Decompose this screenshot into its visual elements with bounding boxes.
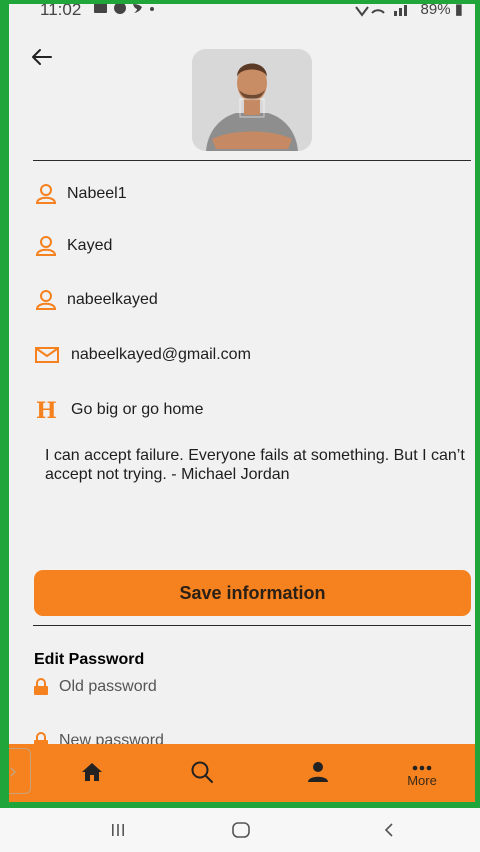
notification-icons-svg — [94, 4, 154, 14]
bio-text[interactable]: I can accept failure. Everyone fails at … — [45, 446, 475, 484]
side-panel-handle[interactable] — [9, 748, 31, 794]
home-icon — [82, 763, 102, 781]
user-icon — [35, 181, 65, 207]
status-right: 89% ▮ — [354, 1, 463, 18]
bottom-navigation: More — [9, 744, 475, 802]
status-time: 11:02 — [40, 0, 82, 19]
lock-icon — [33, 678, 59, 696]
username-field[interactable]: nabeelkayed — [33, 285, 158, 315]
nav-more-label: More — [407, 772, 437, 788]
old-password-field[interactable]: Old password — [33, 678, 157, 696]
headline-field[interactable]: H Go big or go home — [33, 395, 204, 425]
chevron-right-icon — [10, 767, 17, 777]
header-h-icon: H — [35, 397, 69, 423]
last-name-value: Kayed — [67, 237, 113, 254]
back-system-button[interactable] — [369, 818, 409, 842]
nav-home[interactable] — [67, 744, 117, 800]
user-icon — [35, 233, 65, 259]
email-field[interactable]: nabeelkayed@gmail.com — [33, 340, 251, 370]
nav-search[interactable] — [177, 744, 227, 800]
search-icon — [191, 761, 213, 783]
battery-icon: ▮ — [454, 1, 463, 18]
back-arrow-icon — [32, 49, 52, 65]
notification-icons — [93, 4, 155, 20]
username-value: nabeelkayed — [67, 291, 158, 308]
back-system-icon — [384, 823, 393, 837]
email-value: nabeelkayed@gmail.com — [71, 346, 251, 363]
more-icon — [412, 765, 432, 770]
first-name-value: Nabeel1 — [67, 185, 127, 202]
first-name-field[interactable]: Nabeel1 — [33, 179, 127, 209]
nav-more[interactable]: More — [397, 744, 447, 800]
mail-icon — [35, 342, 69, 368]
save-information-button[interactable]: Save information — [34, 570, 471, 616]
avatar-photo — [192, 49, 312, 151]
recent-apps-icon — [112, 824, 124, 836]
avatar[interactable] — [192, 49, 312, 151]
home-system-icon — [232, 822, 250, 838]
user-icon — [35, 287, 65, 313]
headline-value: Go big or go home — [71, 401, 204, 418]
recent-apps-button[interactable] — [98, 818, 138, 842]
profile-icon — [308, 762, 328, 782]
save-divider — [33, 625, 471, 626]
battery-level: 89% — [420, 1, 451, 18]
edit-password-title: Edit Password — [34, 651, 145, 668]
signal-icon — [355, 5, 408, 17]
nav-profile[interactable] — [293, 744, 343, 800]
system-navigation-bar — [0, 808, 480, 852]
old-password-placeholder: Old password — [59, 678, 157, 695]
status-bar: 11:02 89% ▮ — [9, 4, 475, 24]
svg-text:H: H — [36, 399, 57, 421]
back-button[interactable] — [31, 48, 57, 70]
last-name-field[interactable]: Kayed — [33, 231, 112, 261]
header-divider — [33, 160, 471, 161]
app-frame: 11:02 89% ▮ Nabeel1 Kayed nabeelkayed na… — [0, 0, 480, 808]
home-system-button[interactable] — [221, 818, 261, 842]
